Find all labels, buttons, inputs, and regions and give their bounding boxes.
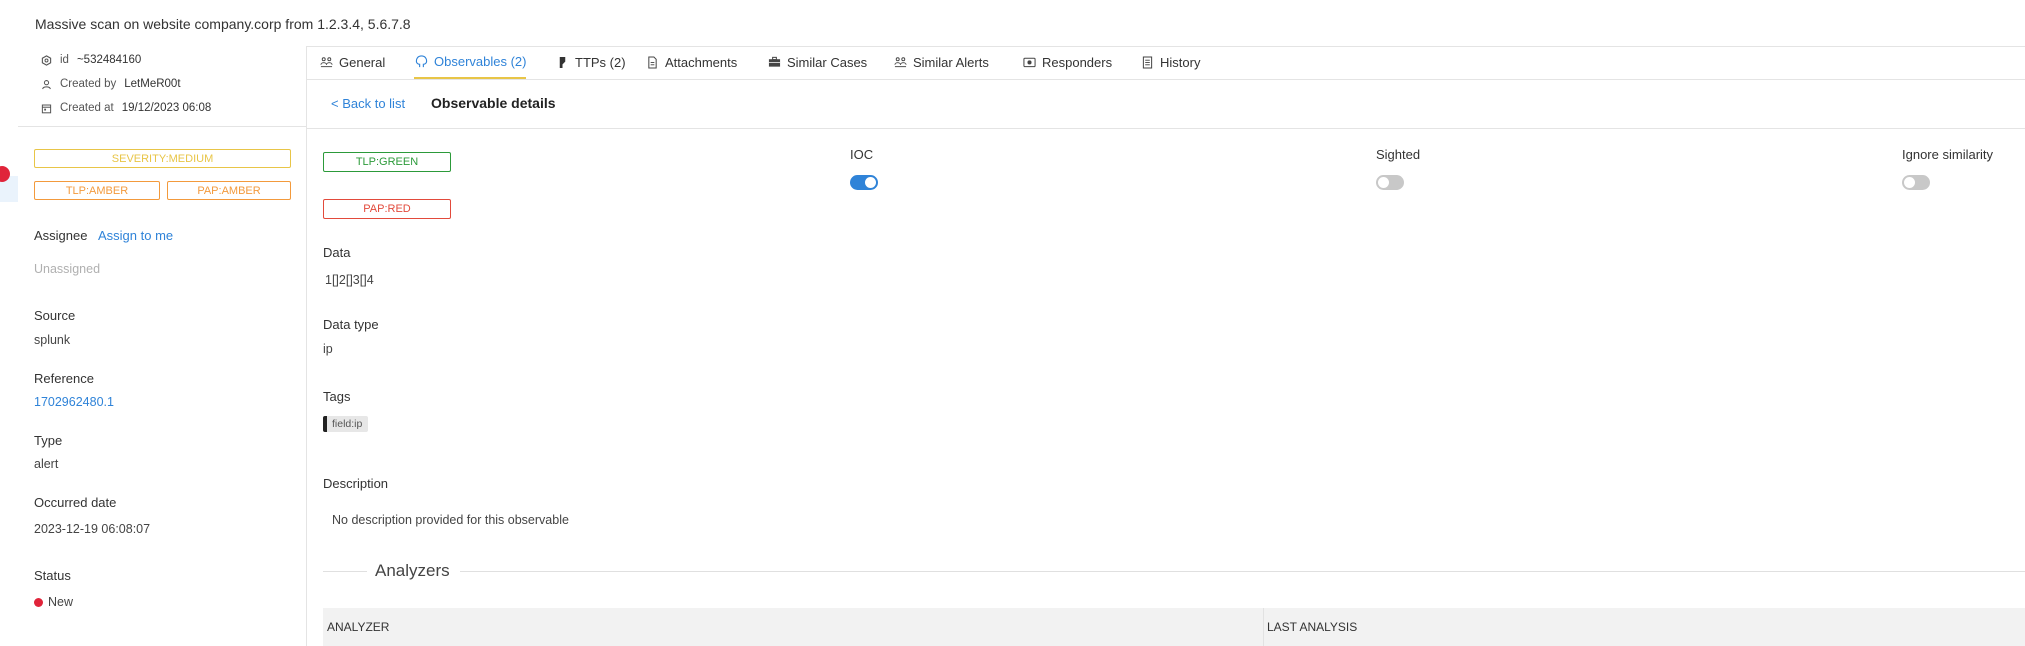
description-value: No description provided for this observa… (332, 513, 569, 527)
assignee-label: Assignee (34, 228, 88, 243)
ignore-similarity-toggle-knob (1904, 177, 1915, 188)
type-value: alert (34, 457, 59, 471)
pap-badge[interactable]: PAP:AMBER (167, 181, 291, 200)
status-value: New (34, 595, 73, 609)
ignore-similarity-flag: Ignore similarity (1902, 147, 1994, 190)
tab-observables-label: Observables (2) (434, 54, 527, 69)
back-to-list-link[interactable]: < Back to list (331, 96, 405, 111)
ioc-label: IOC (850, 147, 874, 162)
sighted-flag: Sighted (1376, 147, 1421, 190)
tab-responders[interactable]: Responders (1022, 46, 1112, 78)
attachment-icon (645, 55, 659, 69)
case-meta: id ~532484160 Created by LetMeR00t Creat… (18, 46, 306, 127)
tag-label: field:ip (332, 418, 363, 430)
id-value: ~532484160 (76, 54, 142, 66)
observable-tlp-badge[interactable]: TLP:GREEN (323, 152, 451, 172)
column-analyzer[interactable]: ANALYZER (327, 620, 389, 634)
meta-created-at: Created at 19/12/2023 06:08 (38, 98, 211, 118)
observables-icon (414, 55, 428, 69)
ignore-similarity-label: Ignore similarity (1902, 147, 1994, 162)
meta-id: id ~532484160 (38, 50, 141, 70)
tab-attachments-label: Attachments (665, 54, 738, 70)
sighted-label: Sighted (1376, 147, 1421, 162)
nav-edge (0, 46, 19, 646)
meta-created-by: Created by LetMeR00t (38, 74, 181, 94)
created-by-label: Created by (60, 78, 117, 90)
tag-field-ip[interactable]: field:ip (323, 416, 369, 432)
assignee-value: Unassigned (34, 262, 101, 276)
id-icon (38, 52, 54, 68)
calendar-icon (38, 100, 54, 116)
ioc-toggle-knob (865, 177, 876, 188)
tab-general-label: General (339, 54, 386, 70)
ttps-icon (555, 55, 569, 69)
ioc-toggle[interactable] (850, 175, 878, 190)
analyzers-divider-left (323, 571, 367, 572)
observable-details-title: Observable details (431, 95, 556, 111)
tab-ttps-label: TTPs (2) (575, 54, 626, 70)
general-icon (319, 55, 333, 69)
analyzers-title: Analyzers (375, 561, 450, 580)
responders-icon (1022, 55, 1036, 69)
tab-responders-label: Responders (1042, 54, 1113, 70)
status-dot-icon (34, 597, 43, 607)
analyzers-divider-right (460, 571, 2025, 572)
case-header: Massive scan on website company.corp fro… (0, 0, 2025, 47)
case-sidebar: id ~532484160 Created by LetMeR00t Creat… (18, 46, 307, 646)
user-icon (38, 76, 54, 92)
occurred-date-value: 2023-12-19 06:08:07 (34, 522, 151, 536)
tab-observables[interactable]: Observables (2) (414, 46, 527, 79)
ignore-similarity-toggle[interactable] (1902, 175, 1930, 190)
tab-similar-cases-label: Similar Cases (787, 54, 868, 70)
tab-general[interactable]: General (319, 46, 385, 78)
tab-similar-cases[interactable]: Similar Cases (767, 46, 867, 78)
tab-similar-alerts[interactable]: Similar Alerts (893, 46, 989, 78)
reference-label: Reference (34, 371, 94, 386)
briefcase-icon (767, 55, 781, 69)
created-by-value: LetMeR00t (124, 78, 181, 90)
description-label: Description (323, 476, 389, 491)
tab-attachments[interactable]: Attachments (645, 46, 737, 78)
assign-to-me-link[interactable]: Assign to me (98, 228, 173, 243)
column-divider (1263, 608, 1264, 646)
severity-badge[interactable]: SEVERITY:MEDIUM (34, 149, 291, 168)
tab-history[interactable]: History (1140, 46, 1200, 78)
reference-link[interactable]: 1702962480.1 (34, 395, 114, 409)
sighted-toggle-knob (1378, 177, 1389, 188)
sighted-toggle[interactable] (1376, 175, 1404, 190)
status-label: Status (34, 568, 71, 583)
column-last-analysis[interactable]: LAST ANALYSIS (1267, 620, 1357, 634)
tags-label: Tags (323, 389, 351, 404)
data-label: Data (323, 245, 351, 260)
tab-similar-alerts-label: Similar Alerts (913, 54, 989, 70)
analyzers-section: Analyzers (323, 561, 2025, 581)
history-icon (1140, 55, 1154, 69)
data-type-value: ip (323, 342, 333, 356)
source-label: Source (34, 308, 76, 323)
alerts-icon (893, 55, 907, 69)
id-label: id (60, 54, 69, 66)
data-type-label: Data type (323, 317, 379, 332)
observable-subheader: < Back to list Observable details (307, 80, 2025, 129)
tab-ttps[interactable]: TTPs (2) (555, 46, 626, 78)
observable-pap-badge[interactable]: PAP:RED (323, 199, 451, 219)
observable-details: TLP:GREEN PAP:RED IOC Sighted Ignore sim… (307, 129, 2025, 646)
ioc-flag: IOC (850, 147, 878, 190)
created-at-value: 19/12/2023 06:08 (121, 102, 212, 114)
case-tabs: General Observables (2) TTPs (2) Attachm… (307, 46, 2025, 80)
occurred-date-label: Occurred date (34, 495, 117, 510)
tlp-badge[interactable]: TLP:AMBER (34, 181, 160, 200)
tab-history-label: History (1160, 54, 1201, 70)
case-title: Massive scan on website company.corp fro… (35, 16, 411, 32)
source-value: splunk (34, 333, 71, 347)
data-value: 1[]2[]3[]4 (325, 273, 374, 287)
analyzers-table-header: ANALYZER LAST ANALYSIS (323, 608, 2025, 646)
type-label: Type (34, 433, 63, 448)
status-text: New (48, 595, 74, 609)
created-at-label: Created at (60, 102, 114, 114)
